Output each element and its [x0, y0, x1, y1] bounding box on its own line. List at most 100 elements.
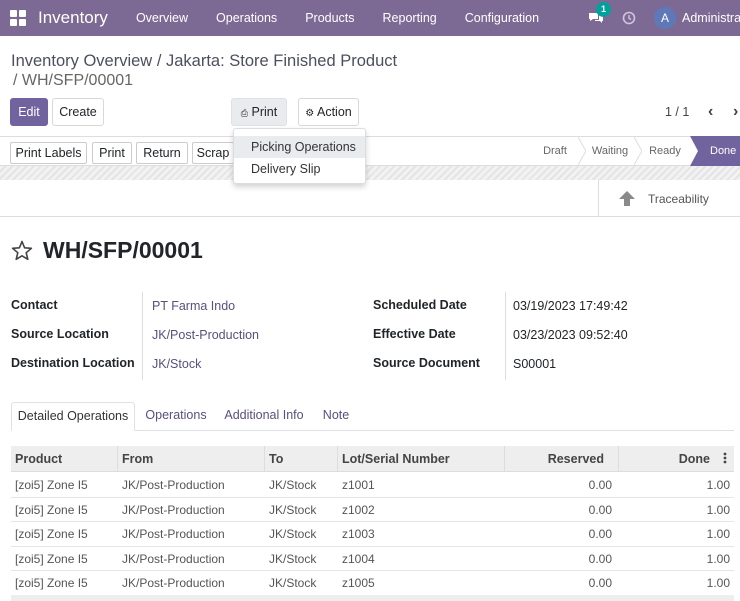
cell-to: JK/Stock: [269, 478, 317, 492]
cell-product: [zoi5] Zone I5: [15, 576, 88, 590]
table-header: Product From To Lot/Serial Number Reserv…: [11, 446, 734, 472]
activity-clock-icon[interactable]: [622, 11, 636, 25]
breadcrumb-separator: /: [156, 52, 162, 70]
tab-operations[interactable]: Operations: [141, 402, 211, 431]
cell-lot-serial: z1002: [342, 502, 375, 517]
traceability-label: Traceability: [648, 192, 709, 206]
scheduled-date-value: 03/19/2023 17:49:42: [513, 299, 628, 313]
create-button[interactable]: Create: [52, 98, 104, 126]
menu-reporting[interactable]: Reporting: [383, 11, 437, 25]
cell-lot-serial: z1003: [342, 527, 375, 541]
cell-product: [zoi5] Zone I5: [15, 502, 88, 517]
cell-reserved: 0.00: [588, 576, 612, 590]
print-button-label: Print: [251, 105, 278, 119]
cell-done: 1.00: [706, 527, 730, 541]
arrow-up-icon: [619, 191, 635, 206]
cell-from: JK/Post-Production: [122, 576, 225, 590]
tab-note[interactable]: Note: [316, 402, 356, 431]
cell-done: 1.00: [706, 478, 730, 492]
star-icon[interactable]: [11, 240, 33, 261]
menu-configuration[interactable]: Configuration: [465, 11, 539, 25]
scheduled-date-label: Scheduled Date: [373, 298, 467, 312]
stage-separator-icon: [634, 137, 642, 165]
menu-item-picking-operations[interactable]: Picking Operations: [234, 136, 365, 158]
col-from[interactable]: From: [118, 446, 265, 472]
col-reserved[interactable]: Reserved: [505, 446, 619, 472]
col-lot-serial[interactable]: Lot/Serial Number: [338, 446, 505, 472]
menu-operations[interactable]: Operations: [216, 11, 277, 25]
print-dropdown-button[interactable]: ⎙ Print: [231, 98, 287, 126]
cell-to: JK/Stock: [269, 527, 317, 541]
stage-ready: Ready: [649, 145, 681, 157]
cell-lot-serial: z1005: [342, 576, 375, 590]
chevron-left-icon[interactable]: ‹: [708, 103, 713, 121]
tab-additional-info[interactable]: Additional Info: [219, 402, 309, 431]
source-location-label: Source Location: [11, 327, 109, 341]
col-done[interactable]: Done: [619, 446, 734, 472]
print-labels-button[interactable]: Print Labels: [10, 142, 87, 164]
message-count-badge: 1: [596, 2, 611, 17]
cell-to: JK/Stock: [269, 576, 317, 590]
field-divider: [142, 292, 143, 380]
source-location-value[interactable]: JK/Post-Production: [152, 328, 259, 342]
edit-button[interactable]: Edit: [10, 98, 48, 126]
cell-reserved: 0.00: [588, 527, 612, 541]
table-row[interactable]: [zoi5] Zone I5 JK/Post-Production JK/Stock…: [11, 473, 734, 498]
app-brand[interactable]: Inventory: [38, 8, 108, 28]
table-row[interactable]: [zoi5] Zone I5 JK/Post-Production JK/Stock…: [11, 571, 734, 596]
menu-overview[interactable]: Overview: [136, 11, 188, 25]
table-row[interactable]: [zoi5] Zone I5 JK/Post-Production JK/Stock…: [11, 547, 734, 571]
tab-detailed-operations[interactable]: Detailed Operations: [11, 402, 135, 431]
action-button-label: Action: [317, 105, 352, 119]
status-bar: Print Labels Print Return Scrap Draft Wa…: [0, 136, 740, 166]
record-title: WH/SFP/00001: [43, 237, 203, 263]
scrap-button[interactable]: Scrap: [192, 142, 234, 164]
print-button[interactable]: Print: [92, 142, 132, 164]
user-avatar[interactable]: A: [654, 7, 676, 29]
cell-to: JK/Stock: [269, 502, 317, 517]
user-menu[interactable]: Administrator: [682, 11, 740, 25]
breadcrumb-current: / WH/SFP/00001: [13, 72, 134, 89]
chevron-right-icon[interactable]: ›: [733, 103, 738, 121]
cell-from: JK/Post-Production: [122, 551, 225, 566]
source-document-value: S00001: [513, 357, 557, 371]
breadcrumb-operation-type[interactable]: Jakarta: Store Finished Product: [166, 52, 397, 70]
cell-from: JK/Post-Production: [122, 502, 225, 517]
traceability-button[interactable]: Traceability: [598, 180, 740, 217]
cell-reserved: 0.00: [588, 551, 612, 566]
table-row[interactable]: [zoi5] Zone I5 JK/Post-Production JK/Stock…: [11, 522, 734, 547]
cell-lot-serial: z1001: [342, 478, 375, 492]
breadcrumb-inventory-overview[interactable]: Inventory Overview: [11, 52, 152, 70]
cell-done: 1.00: [706, 576, 730, 590]
apps-menu-icon[interactable]: [10, 10, 26, 26]
cell-from: JK/Post-Production: [122, 478, 225, 492]
notebook-tabs: Detailed Operations Operations Additiona…: [11, 402, 734, 431]
cell-to: JK/Stock: [269, 551, 317, 566]
field-divider: [505, 292, 506, 380]
stage-draft: Draft: [543, 145, 567, 157]
menu-products[interactable]: Products: [305, 11, 354, 25]
optional-columns-icon[interactable]: [723, 451, 727, 465]
col-product[interactable]: Product: [11, 446, 118, 472]
pager-value[interactable]: 1 / 1: [665, 105, 689, 119]
stage-waiting: Waiting: [591, 145, 629, 157]
cell-done: 1.00: [706, 551, 730, 566]
stage-done: Done: [690, 136, 740, 166]
messaging-icon[interactable]: 1: [588, 2, 611, 25]
cell-product: [zoi5] Zone I5: [15, 551, 88, 566]
contact-value[interactable]: PT Farma Indo: [152, 299, 235, 313]
destination-location-value[interactable]: JK/Stock: [152, 357, 201, 371]
top-navbar: Inventory Overview Operations Products R…: [0, 0, 740, 36]
contact-label: Contact: [11, 298, 58, 312]
return-button[interactable]: Return: [136, 142, 188, 164]
table-row[interactable]: [zoi5] Zone I5 JK/Post-Production JK/Stock…: [11, 498, 734, 522]
cell-from: JK/Post-Production: [122, 527, 225, 541]
stage-done-label: Done: [710, 145, 737, 157]
cell-product: [zoi5] Zone I5: [15, 478, 88, 492]
action-dropdown-button[interactable]: ⚙ Action: [298, 98, 359, 126]
cell-lot-serial: z1004: [342, 551, 375, 566]
col-to[interactable]: To: [265, 446, 338, 472]
effective-date-label: Effective Date: [373, 327, 456, 341]
menu-item-delivery-slip[interactable]: Delivery Slip: [234, 158, 365, 180]
stage-separator-icon: [578, 137, 586, 165]
